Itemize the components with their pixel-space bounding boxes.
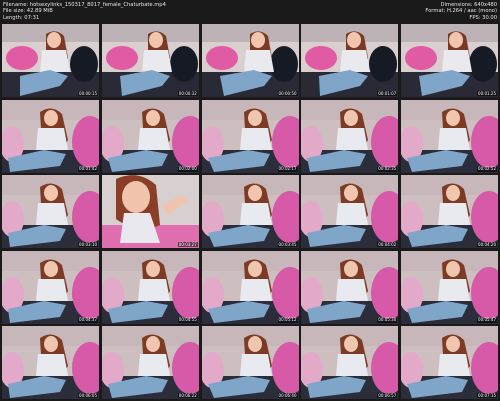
thumbnail-timestamp: 00:05:47 [477,317,497,323]
thumbnail: 00:00:50 [201,24,299,97]
thumbnail: 00:06:57 [301,326,399,399]
length-label: Length: 07:31 [3,14,40,21]
thumbnail: 00:03:10 [2,175,99,248]
thumbnail-timestamp: 00:01:25 [477,90,497,96]
thumbnail-timestamp: 00:03:10 [78,241,98,247]
thumbnail: 00:02:00 [101,99,199,173]
thumbnail: 00:02:52 [401,99,498,173]
thumbnail-timestamp: 00:02:52 [477,166,497,172]
thumbnail-timestamp: 00:02:35 [377,166,398,172]
thumbnail-timestamp: 00:02:17 [277,166,298,172]
thumbnail-timestamp: 00:04:55 [177,317,198,323]
thumbnail: 00:06:40 [201,326,299,399]
thumbnail: 00:06:05 [2,326,99,399]
thumbnail-timestamp: 00:06:22 [177,392,198,398]
thumbnail-timestamp: 00:00:50 [277,90,298,96]
thumbnail: 00:00:15 [2,24,99,97]
thumbnail: 00:05:30 [301,250,399,324]
thumbnail-timestamp: 00:04:20 [477,241,497,247]
file-info: Filename: hotsexylinks_150317_8017_femal… [3,2,166,21]
thumbnail-timestamp: 00:01:07 [377,90,398,96]
thumbnail-timestamp: 00:05:30 [377,317,398,323]
thumbnail-timestamp: 00:00:32 [177,90,198,96]
thumbnail: 00:04:37 [2,250,99,324]
thumbnail-timestamp: 00:05:12 [277,317,298,323]
thumbnail: 00:05:47 [401,250,498,324]
thumbnail: 00:02:35 [301,99,399,173]
thumbnail-timestamp: 00:06:57 [377,392,398,398]
thumbnail-timestamp: 00:06:05 [78,392,98,398]
thumbnail: 00:01:25 [401,24,498,97]
fps-label: FPS: 30.00 [469,14,497,21]
thumbnail-timestamp: 00:00:15 [78,90,98,96]
thumbnail: 00:04:55 [101,250,199,324]
thumbnail-timestamp: 00:02:00 [177,166,198,172]
format-label: Format: H.264 / aac (mono) [425,8,497,15]
thumbnail-timestamp: 00:04:02 [377,241,398,247]
thumbnail: 00:00:32 [101,24,199,97]
stream-info: Dimensions: 640x480 Format: H.264 / aac … [425,2,497,21]
thumbnail-timestamp: 00:03:45 [277,241,298,247]
thumbnail: 00:07:15 [401,326,498,399]
thumbnail-timestamp: 00:06:40 [277,392,298,398]
thumbnail-timestamp: 00:07:15 [477,392,497,398]
thumbnail: 00:04:02 [301,175,399,248]
thumbnail: 00:06:22 [101,326,199,399]
thumbnail: 00:02:17 [201,99,299,173]
thumbnail: 00:01:42 [2,99,99,173]
thumbnail-timestamp: 00:01:42 [78,166,98,172]
thumbnail: 00:04:20 [401,175,498,248]
thumbnail-timestamp: 00:03:27 [177,241,198,247]
thumbnail: 00:03:27 [101,175,199,248]
thumbnail: 00:05:12 [201,250,299,324]
info-header: Filename: hotsexylinks_150317_8017_femal… [0,0,500,22]
thumbnail-timestamp: 00:04:37 [78,317,98,323]
thumbnail: 00:03:45 [201,175,299,248]
thumbnail: 00:01:07 [301,24,399,97]
thumbnail-grid: 00:00:15 00:00:32 00:00:50 00:01:07 00:0… [2,24,498,399]
